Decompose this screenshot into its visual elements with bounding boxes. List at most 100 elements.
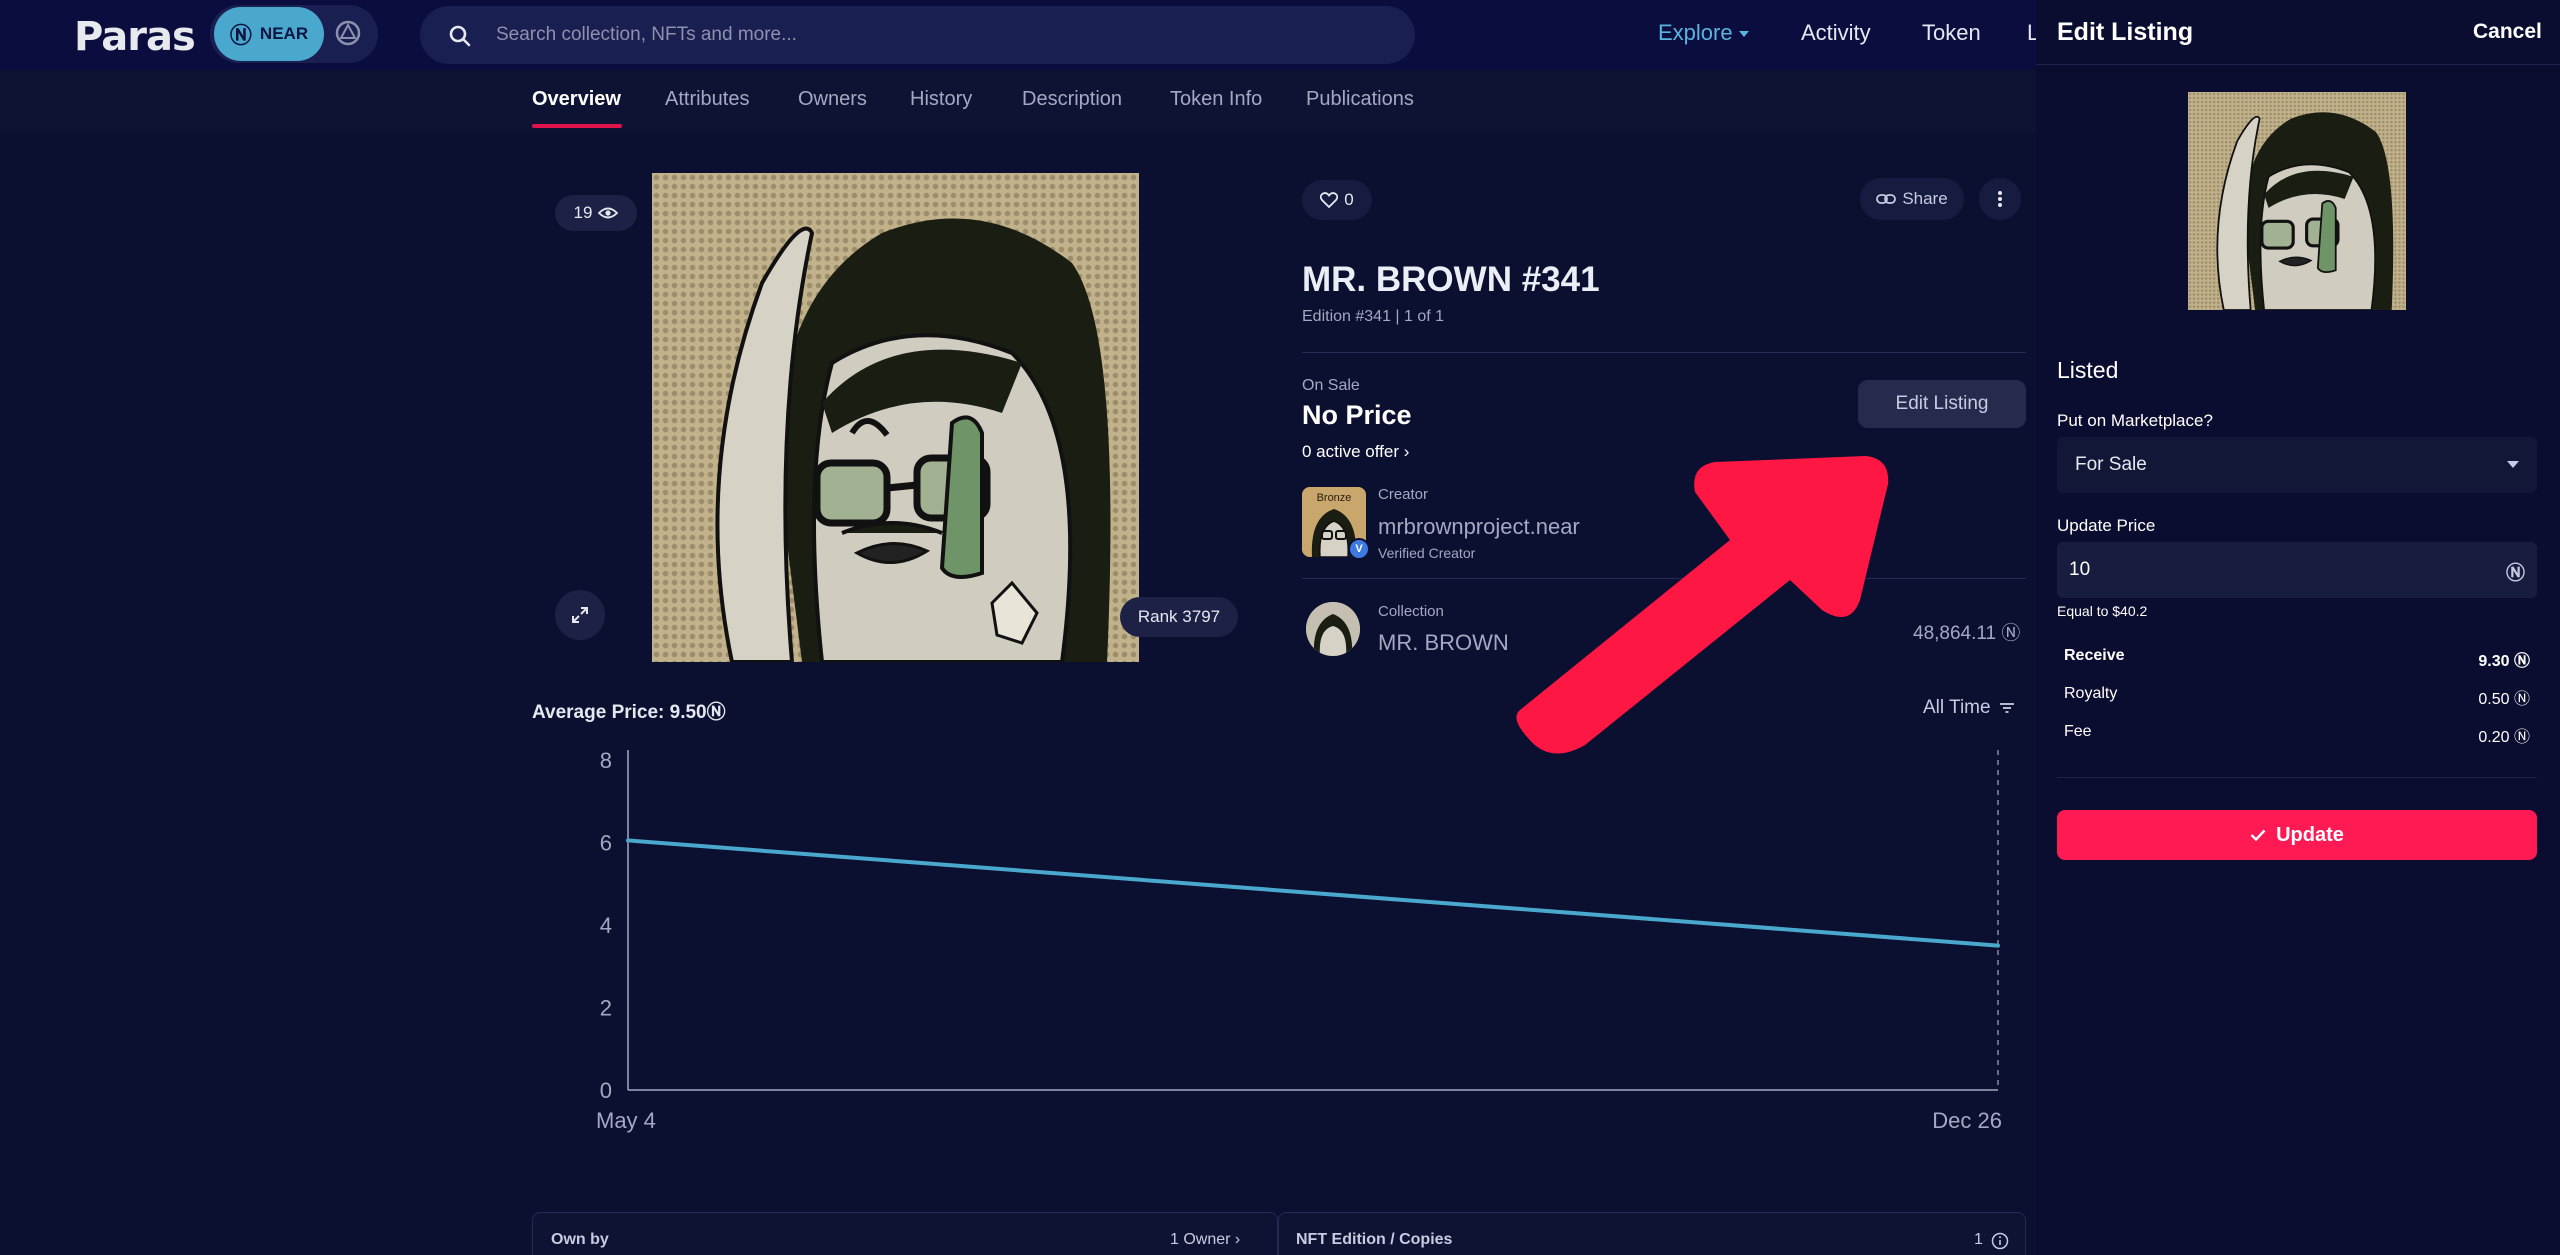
tab-owners[interactable]: Owners	[798, 88, 867, 111]
usd-equivalent: Equal to $40.2	[2057, 603, 2148, 619]
near-label: NEAR	[259, 24, 309, 43]
verified-creator-label: Verified Creator	[1378, 545, 1476, 561]
nft-artwork[interactable]	[652, 173, 1139, 662]
divider	[1302, 352, 2026, 353]
nft-title: MR. BROWN #341	[1302, 260, 1600, 299]
token-tabs	[0, 70, 2036, 132]
chevron-down-icon	[1738, 31, 1749, 38]
share-button[interactable]: Share	[1860, 178, 1964, 220]
copies-label: NFT Edition / Copies	[1296, 1231, 1453, 1248]
active-offers-label: 0 active offer	[1302, 442, 1400, 461]
fee-label: Fee	[2064, 723, 2092, 740]
marketplace-label: Put on Marketplace?	[2057, 411, 2213, 430]
royalty-label: Royalty	[2064, 685, 2118, 702]
cancel-button[interactable]: Cancel	[2473, 20, 2542, 44]
price-history-chart: 0 2 4 6 8 May 4 Dec 26	[596, 748, 2002, 1133]
like-count: 0	[1344, 190, 1354, 209]
collection-volume: 48,864.11 Ⓝ	[1913, 623, 2021, 644]
y-tick-label: 2	[600, 996, 612, 1021]
link-icon	[1876, 194, 1897, 204]
view-count-badge: 19	[555, 195, 637, 231]
nav-token[interactable]: Token	[1922, 20, 1981, 46]
tab-overview[interactable]: Overview	[532, 88, 621, 111]
y-tick-label: 8	[600, 748, 612, 773]
tab-attributes[interactable]: Attributes	[665, 88, 749, 111]
panel-title: Edit Listing	[2057, 18, 2194, 46]
filter-icon	[1999, 703, 2014, 713]
receive-value: 9.30 Ⓝ	[2478, 653, 2530, 670]
receive-label: Receive	[2064, 647, 2125, 664]
y-tick-label: 0	[600, 1078, 612, 1103]
price-series-line	[627, 838, 1999, 948]
marketplace-value: For Sale	[2075, 454, 2147, 475]
time-range-filter[interactable]: All Time	[1923, 697, 2015, 719]
more-vertical-icon	[1998, 191, 2002, 207]
view-count: 19	[573, 203, 593, 222]
panel-divider	[2036, 64, 2560, 65]
network-switcher: Ⓝ NEAR	[210, 5, 378, 63]
update-label: Update	[2276, 823, 2344, 846]
more-options-button[interactable]	[1979, 178, 2021, 220]
listing-price: No Price	[1302, 400, 1412, 430]
update-price-label: Update Price	[2057, 516, 2156, 535]
x-tick-label: May 4	[596, 1108, 656, 1133]
time-range-label: All Time	[1923, 697, 1991, 718]
info-icon[interactable]	[1991, 1232, 2009, 1250]
verified-check-icon: V	[1348, 538, 1370, 560]
paras-logo[interactable]: Paras	[74, 14, 196, 60]
near-network-button[interactable]: Ⓝ NEAR	[214, 7, 324, 61]
rank-badge: Rank 3797	[1120, 597, 1238, 637]
listing-status: Listed	[2057, 357, 2119, 383]
share-label: Share	[1902, 189, 1948, 208]
eye-icon	[598, 207, 619, 219]
nav-explore-label: Explore	[1658, 20, 1733, 45]
y-tick-label: 6	[600, 831, 612, 856]
expand-icon	[572, 607, 588, 623]
chevron-down-icon	[2507, 461, 2519, 468]
collection-label: Collection	[1378, 603, 1444, 620]
owners-card	[532, 1212, 1278, 1255]
like-button[interactable]: 0	[1302, 180, 1372, 220]
marketplace-select[interactable]: For Sale	[2057, 437, 2537, 493]
active-offers-link[interactable]: 0 active offer ›	[1302, 442, 1409, 462]
price-input[interactable]	[2069, 542, 2469, 598]
check-icon	[2250, 829, 2266, 841]
collection-name-link[interactable]: MR. BROWN	[1378, 630, 1509, 656]
listing-thumbnail	[2188, 92, 2406, 310]
copies-count: 1	[1974, 1231, 1983, 1248]
creator-tier-badge: Bronze	[1317, 492, 1352, 504]
heart-icon	[1320, 192, 1339, 208]
tab-description[interactable]: Description	[1022, 88, 1122, 111]
tab-publications[interactable]: Publications	[1306, 88, 1414, 111]
expand-artwork-button[interactable]	[555, 590, 605, 640]
tab-token-info[interactable]: Token Info	[1170, 88, 1262, 111]
chevron-right-icon: ›	[1403, 442, 1410, 461]
near-logo-icon: Ⓝ	[229, 23, 252, 48]
aurora-network-icon[interactable]	[334, 19, 362, 47]
chevron-right-icon: ›	[1234, 1231, 1241, 1248]
collection-avatar[interactable]	[1306, 602, 1360, 656]
y-tick-label: 4	[600, 913, 612, 938]
average-price: Average Price: 9.50Ⓝ	[532, 702, 726, 723]
search-bar	[420, 6, 1415, 64]
sale-status-label: On Sale	[1302, 377, 1360, 394]
fee-value: 0.20 Ⓝ	[2478, 729, 2530, 746]
price-data-point	[1996, 943, 2000, 948]
red-arrow-annotation	[1516, 456, 1889, 754]
edit-listing-button[interactable]: Edit Listing	[1858, 380, 2026, 428]
search-input[interactable]	[496, 6, 1376, 64]
nav-activity[interactable]: Activity	[1801, 20, 1871, 46]
owners-link[interactable]: 1 Owner ›	[1170, 1231, 1240, 1249]
search-icon	[449, 25, 471, 47]
royalty-value: 0.50 Ⓝ	[2478, 691, 2530, 708]
price-field: Ⓝ	[2057, 542, 2537, 598]
edition-info: Edition #341 | 1 of 1	[1302, 308, 1445, 325]
x-tick-label: Dec 26	[1932, 1108, 2002, 1133]
own-by-label: Own by	[551, 1231, 609, 1248]
nav-explore[interactable]: Explore	[1658, 20, 1749, 46]
active-tab-indicator	[532, 124, 622, 128]
panel-divider	[2057, 777, 2537, 778]
update-button[interactable]: Update	[2057, 810, 2537, 860]
tab-history[interactable]: History	[910, 88, 972, 111]
creator-label: Creator	[1378, 486, 1429, 503]
